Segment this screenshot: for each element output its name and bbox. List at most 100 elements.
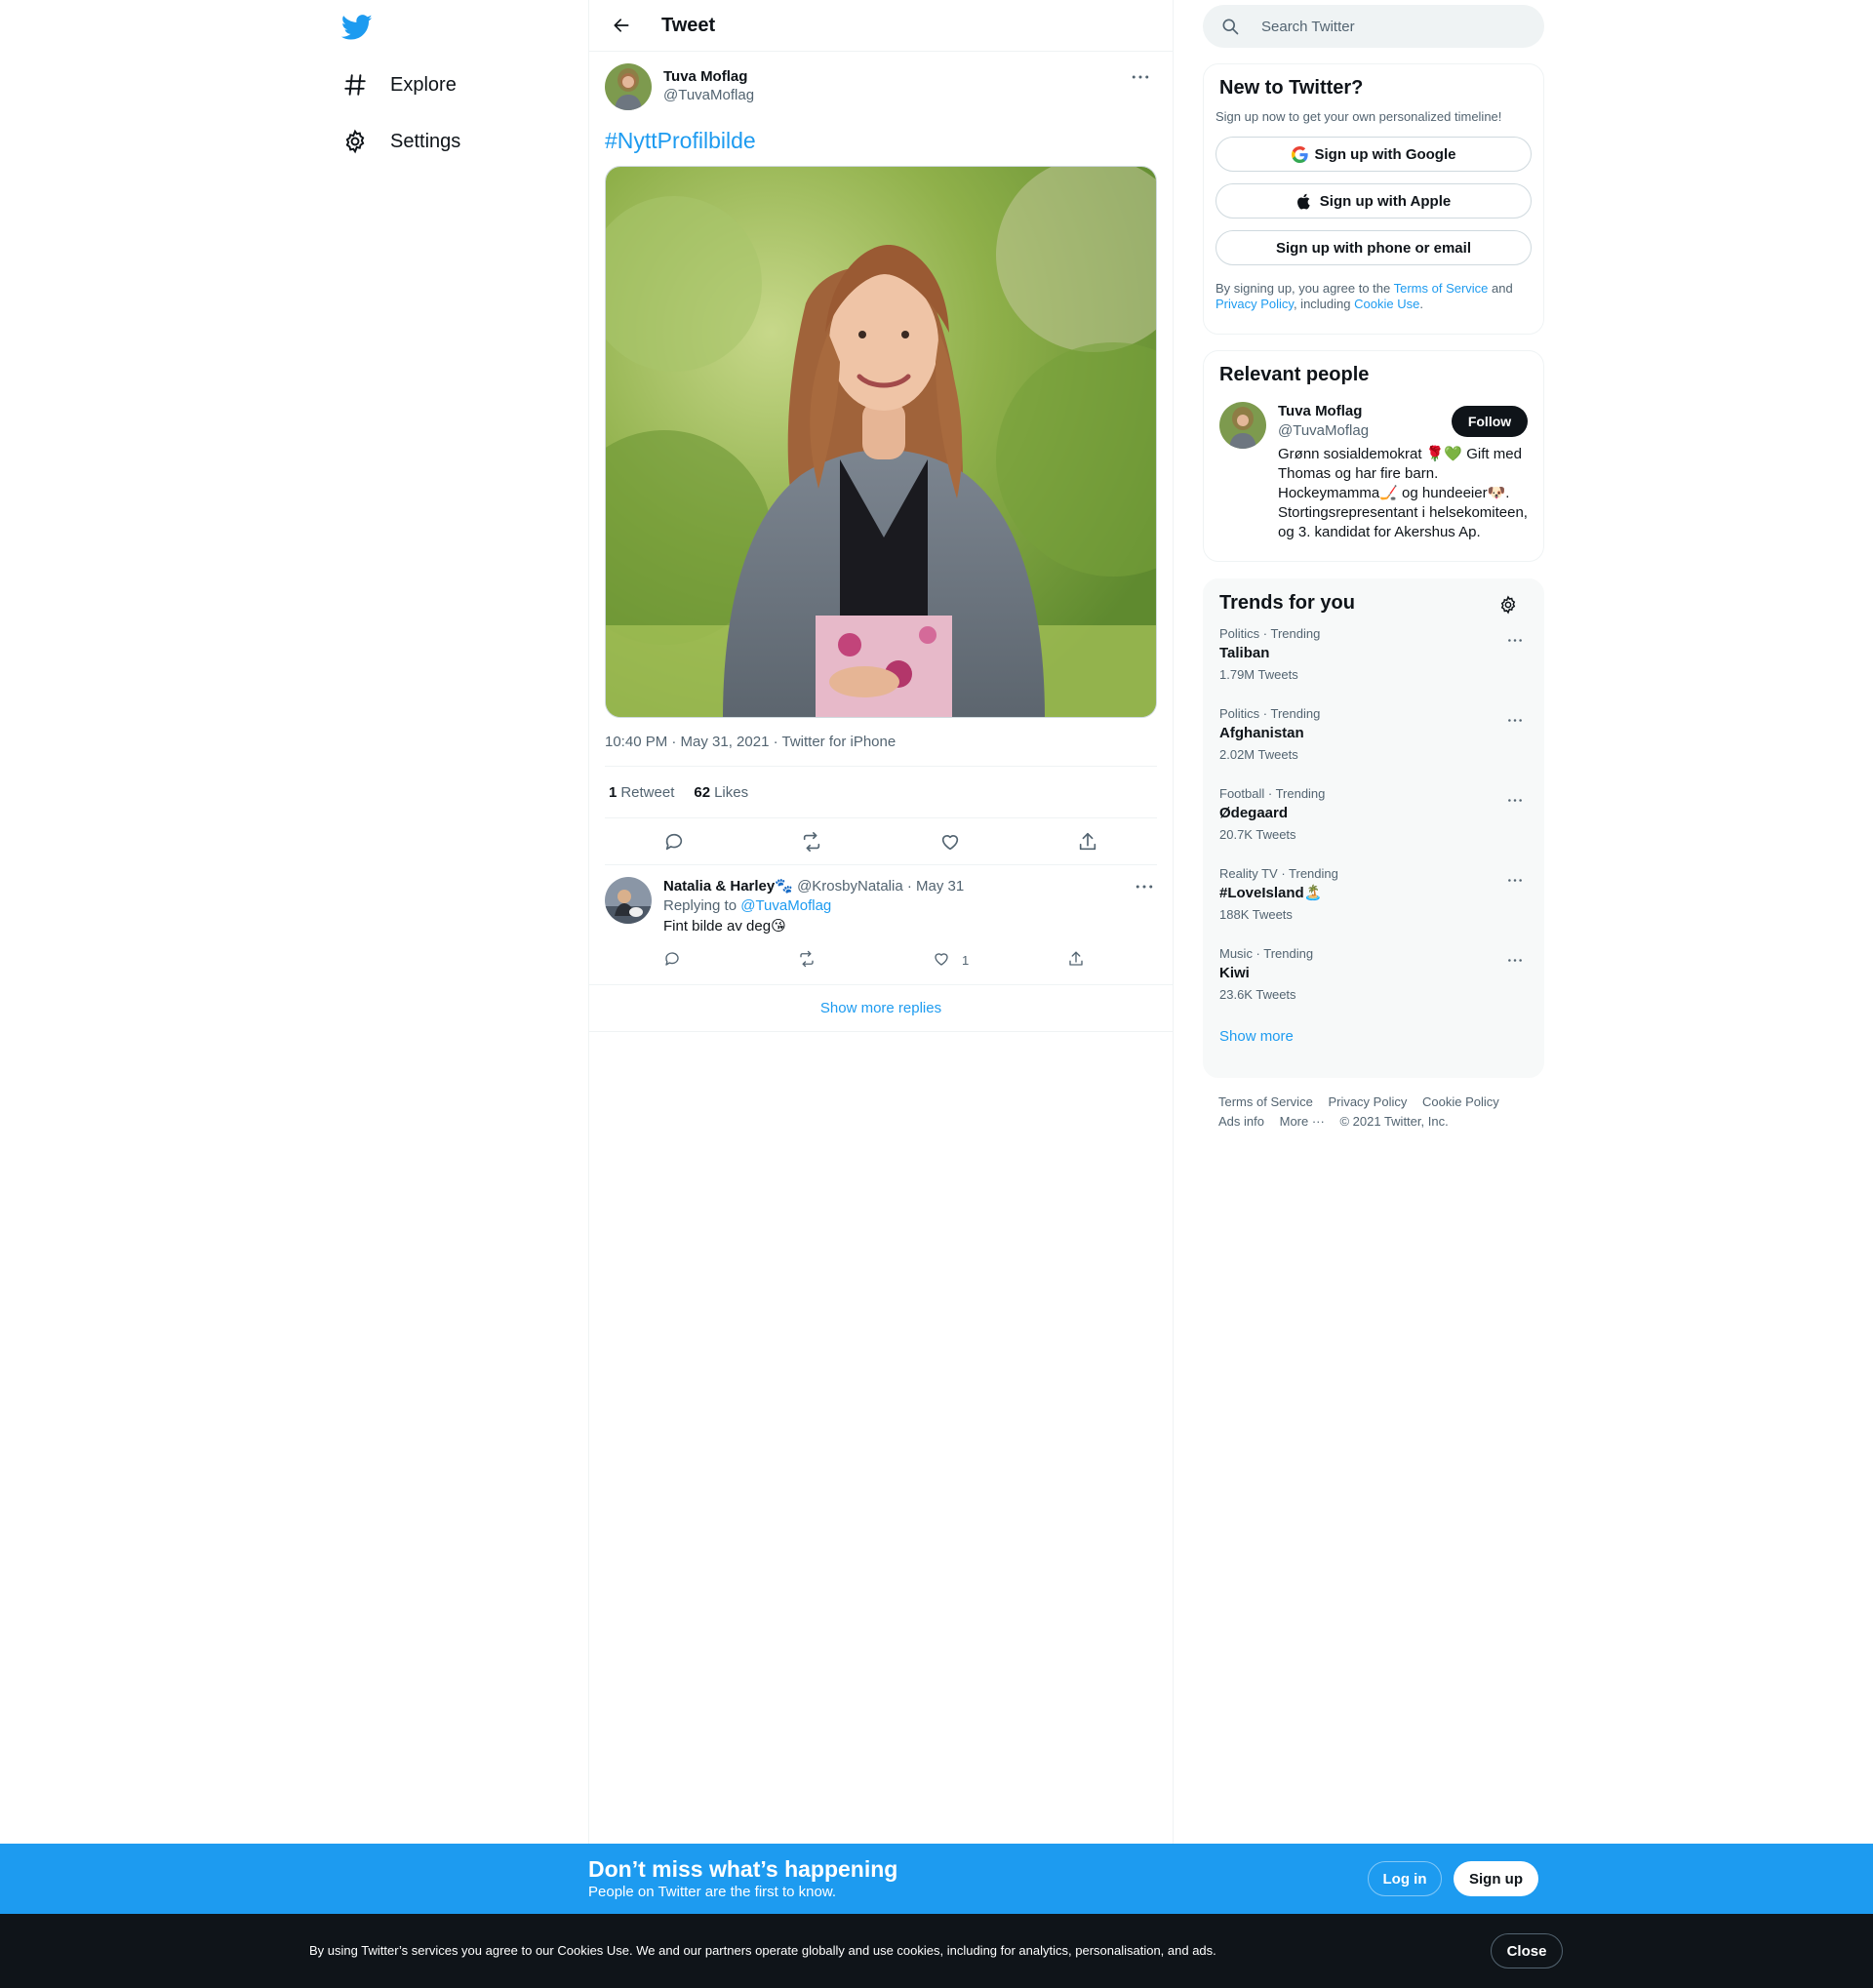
- retweet-label[interactable]: Retweet: [620, 784, 674, 801]
- main-column: Tweet Tuva Moflag @TuvaMoflag #NyttProfi…: [588, 0, 1174, 1844]
- gear-icon[interactable]: [1496, 593, 1520, 616]
- nav-item-label: Explore: [390, 73, 457, 96]
- show-more-replies-button[interactable]: Show more replies: [589, 985, 1173, 1032]
- trend-name: #LoveIsland🏝️: [1219, 885, 1323, 901]
- search-box[interactable]: [1203, 5, 1544, 48]
- likes-label[interactable]: Likes: [714, 784, 748, 801]
- cookie-close-button[interactable]: Close: [1491, 1933, 1563, 1968]
- more-options-icon[interactable]: [1498, 708, 1532, 732]
- nav-item-explore[interactable]: Explore: [341, 60, 457, 109]
- tweet-hashtag[interactable]: #NyttProfilbilde: [605, 128, 756, 154]
- footer-terms-link[interactable]: Terms of Service: [1218, 1094, 1313, 1109]
- reply-icon: [663, 950, 681, 971]
- trend-category: Politics · Trending: [1219, 706, 1321, 721]
- avatar[interactable]: [1219, 402, 1266, 449]
- terms-link[interactable]: Terms of Service: [1394, 281, 1489, 296]
- trend-count: 23.6K Tweets: [1219, 987, 1296, 1002]
- signup-apple-button[interactable]: Sign up with Apple: [1215, 183, 1532, 219]
- replying-to-link[interactable]: @TuvaMoflag: [740, 897, 831, 914]
- relevant-person[interactable]: Tuva Moflag @TuvaMoflag Grønn sosialdemo…: [1219, 402, 1528, 542]
- trends-show-more-link[interactable]: Show more: [1204, 1014, 1543, 1058]
- signup-button[interactable]: Sign up: [1454, 1861, 1538, 1896]
- more-options-icon[interactable]: [1128, 875, 1161, 898]
- more-options-icon[interactable]: [1498, 948, 1532, 972]
- footer-cookie-link[interactable]: Cookie Policy: [1422, 1094, 1499, 1109]
- reply-handle-date[interactable]: @KrosbyNatalia · May 31: [797, 878, 964, 895]
- retweet-icon[interactable]: [792, 822, 831, 861]
- banner-subtitle: People on Twitter are the first to know.: [588, 1884, 837, 1900]
- reply-header: Natalia & Harley🐾 @KrosbyNatalia · May 3…: [663, 877, 1202, 896]
- more-options-icon[interactable]: [1498, 868, 1532, 892]
- main-tweet: Tuva Moflag @TuvaMoflag #NyttProfilbilde: [589, 52, 1173, 865]
- banner-title: Don’t miss what’s happening: [588, 1856, 898, 1882]
- author-names: Tuva Moflag @TuvaMoflag: [663, 67, 754, 104]
- nav-item-settings[interactable]: Settings: [341, 117, 460, 166]
- hashtag-icon: [341, 71, 369, 99]
- search-input[interactable]: [1261, 18, 1515, 35]
- trend-count: 188K Tweets: [1219, 907, 1293, 922]
- gear-icon: [341, 128, 369, 155]
- avatar[interactable]: [605, 63, 652, 110]
- reply-author-name[interactable]: Natalia & Harley🐾: [663, 878, 793, 895]
- more-options-icon[interactable]: [1498, 628, 1532, 652]
- trends-card: Trends for you Politics · Trending Talib…: [1203, 578, 1544, 1078]
- like-heart-icon[interactable]: [931, 822, 970, 861]
- portrait-photo: [606, 167, 1156, 717]
- apple-icon: [1296, 192, 1314, 210]
- back-arrow-icon[interactable]: [605, 9, 638, 42]
- reply-retweet-button[interactable]: [798, 950, 933, 971]
- trend-category: Music · Trending: [1219, 946, 1314, 961]
- signup-apple-label: Sign up with Apple: [1319, 192, 1452, 210]
- reply-tweet[interactable]: Natalia & Harley🐾 @KrosbyNatalia · May 3…: [589, 865, 1173, 985]
- signup-phone-email-button[interactable]: Sign up with phone or email: [1215, 230, 1532, 265]
- follow-button[interactable]: Follow: [1452, 406, 1528, 437]
- footer-more-link[interactable]: More ···: [1280, 1114, 1325, 1129]
- signup-google-label: Sign up with Google: [1314, 145, 1456, 163]
- more-options-icon[interactable]: [1498, 788, 1532, 812]
- trend-category: Football · Trending: [1219, 786, 1326, 801]
- reply-share-button[interactable]: [1067, 950, 1202, 971]
- page-title: Tweet: [661, 14, 716, 36]
- trend-item[interactable]: Music · Trending Kiwi 23.6K Tweets: [1204, 934, 1543, 1014]
- cookie-use-link[interactable]: Cookie Use: [1354, 297, 1419, 311]
- likes-count[interactable]: 62: [694, 784, 710, 801]
- author-handle[interactable]: @TuvaMoflag: [663, 86, 754, 104]
- relevant-people-card: Relevant people Tuva Moflag @TuvaMoflag …: [1203, 350, 1544, 562]
- twitter-bird-icon[interactable]: [340, 12, 373, 43]
- privacy-link[interactable]: Privacy Policy: [1215, 297, 1294, 311]
- share-icon[interactable]: [1068, 822, 1107, 861]
- signup-subtitle: Sign up now to get your own personalized…: [1215, 109, 1502, 124]
- reply-icon[interactable]: [655, 822, 694, 861]
- trend-item[interactable]: Politics · Trending Afghanistan 2.02M Tw…: [1204, 695, 1543, 775]
- footer-privacy-link[interactable]: Privacy Policy: [1328, 1094, 1407, 1109]
- tweet-timestamp[interactable]: 10:40 PM · May 31, 2021 · Twitter for iP…: [605, 734, 1157, 767]
- search-icon: [1220, 17, 1240, 36]
- trend-item[interactable]: Reality TV · Trending #LoveIsland🏝️ 188K…: [1204, 855, 1543, 934]
- legal-text: and: [1488, 281, 1513, 296]
- like-heart-icon: [933, 950, 950, 971]
- trend-item[interactable]: Politics · Trending Taliban 1.79M Tweets: [1204, 615, 1543, 695]
- reply-like-count: 1: [962, 952, 970, 968]
- cookie-banner: By using Twitter’s services you agree to…: [0, 1914, 1873, 1988]
- author-name[interactable]: Tuva Moflag: [663, 67, 754, 86]
- trend-category: Reality TV · Trending: [1219, 866, 1338, 881]
- tweet-header: Tweet: [589, 0, 1173, 52]
- tweet-stats: 1 Retweet 62 Likes: [605, 767, 1157, 818]
- trend-name: Ødegaard: [1219, 805, 1289, 821]
- more-options-icon[interactable]: [1124, 65, 1157, 89]
- reply-text: Fint bilde av deg😘: [663, 918, 786, 934]
- login-button[interactable]: Log in: [1368, 1861, 1442, 1896]
- tweet-actions: [605, 818, 1157, 865]
- signup-google-button[interactable]: Sign up with Google: [1215, 137, 1532, 172]
- trend-count: 1.79M Tweets: [1219, 667, 1298, 682]
- signup-phone-label: Sign up with phone or email: [1275, 239, 1471, 257]
- reply-like-button[interactable]: 1: [933, 950, 1067, 971]
- reply-reply-button[interactable]: [663, 950, 798, 971]
- reply-body: Natalia & Harley🐾 @KrosbyNatalia · May 3…: [663, 877, 1202, 974]
- trends-title: Trends for you: [1219, 592, 1355, 614]
- footer-ads-link[interactable]: Ads info: [1218, 1114, 1264, 1129]
- tweet-photo[interactable]: [605, 166, 1157, 718]
- trend-item[interactable]: Football · Trending Ødegaard 20.7K Tweet…: [1204, 775, 1543, 855]
- avatar[interactable]: [605, 877, 652, 924]
- retweet-count[interactable]: 1: [609, 784, 617, 801]
